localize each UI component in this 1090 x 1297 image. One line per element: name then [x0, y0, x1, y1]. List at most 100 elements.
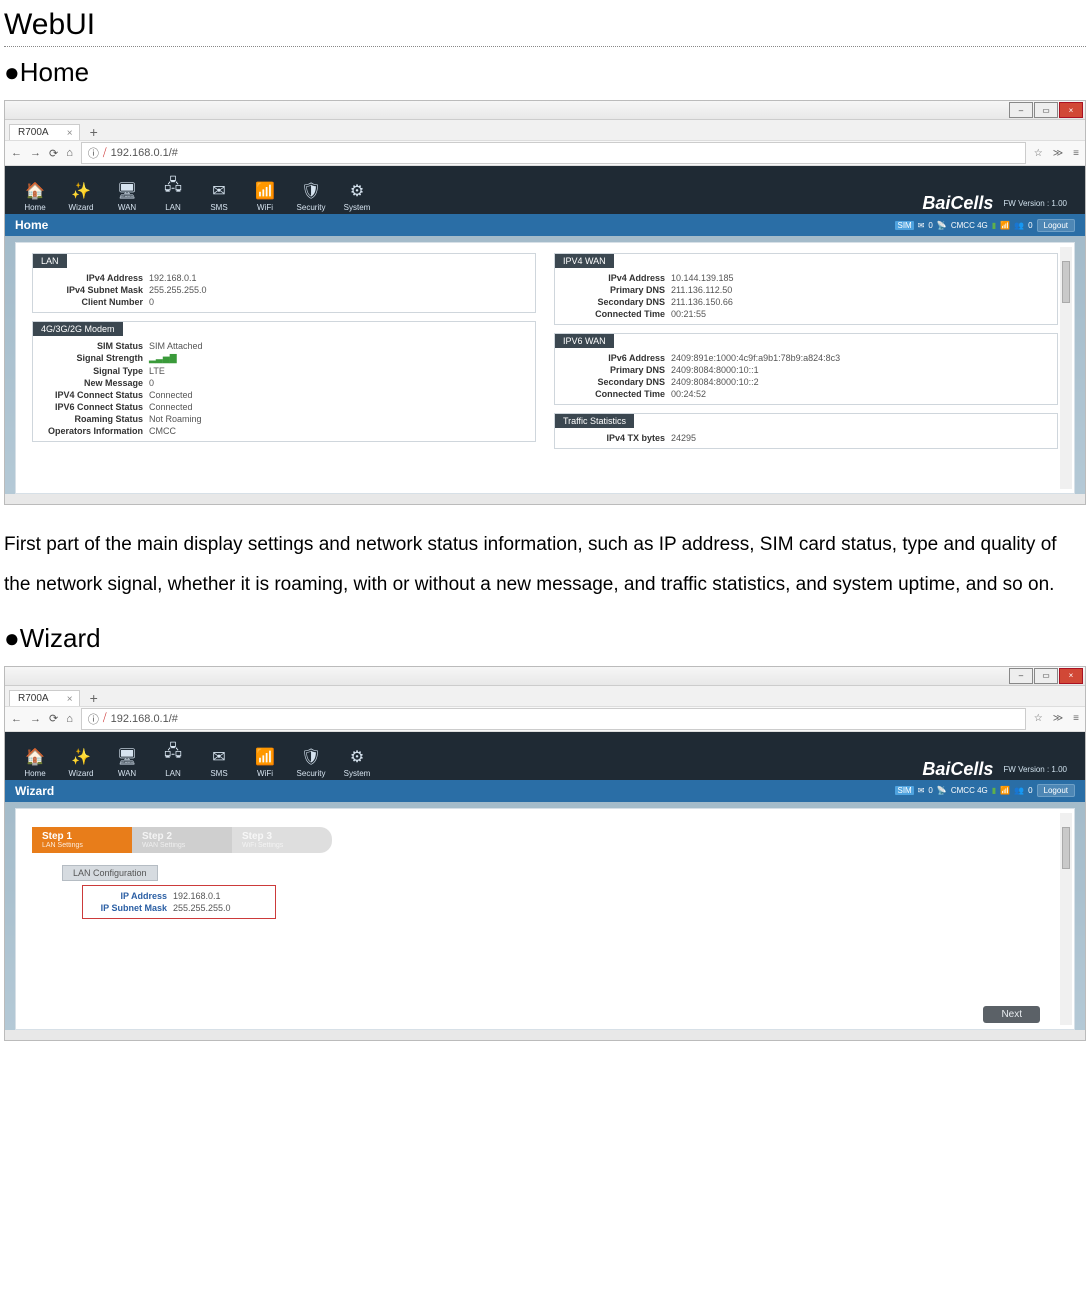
- ipv6-connect-label: IPV6 Connect Status: [43, 402, 149, 412]
- menu-icon[interactable]: ≡: [1073, 148, 1079, 159]
- window-close-button[interactable]: ×: [1059, 668, 1083, 684]
- new-tab-button[interactable]: +: [84, 690, 104, 706]
- nav-security[interactable]: 🛡Security: [289, 738, 333, 780]
- wiz-ip-label: IP Address: [89, 891, 173, 901]
- home-icon[interactable]: ⌂: [66, 713, 73, 725]
- signal-type-value: LTE: [149, 366, 165, 376]
- nav-wifi[interactable]: 📶 WiFi: [243, 172, 287, 214]
- nav-wizard[interactable]: ✨Wizard: [59, 738, 103, 780]
- wizard-step-2[interactable]: Step 2WAN Settings: [132, 827, 232, 853]
- scrollbar[interactable]: [1060, 247, 1072, 489]
- browser-tab[interactable]: R700A ×: [9, 690, 80, 706]
- scrollbar-thumb[interactable]: [1062, 827, 1070, 869]
- wan6-addr-value: 2409:891e:1000:4c9f:a9b1:78b9:a824:8c3: [671, 353, 840, 363]
- logout-button[interactable]: Logout: [1037, 219, 1075, 232]
- wiz-mask-value[interactable]: 255.255.255.0: [173, 903, 231, 913]
- monitor-icon: 🖥: [117, 747, 137, 767]
- window-close-button[interactable]: ×: [1059, 102, 1083, 118]
- wifi-icon: 📶: [255, 747, 275, 767]
- next-button[interactable]: Next: [983, 1006, 1040, 1023]
- nav-wan[interactable]: 🖥WAN: [105, 738, 149, 780]
- reload-icon[interactable]: ⟳: [49, 712, 58, 725]
- lan-mask-value: 255.255.255.0: [149, 285, 207, 295]
- wand-icon: ✨: [71, 747, 91, 767]
- wiz-ip-value[interactable]: 192.168.0.1: [173, 891, 221, 901]
- wizard-step-3[interactable]: Step 3WiFi Settings: [232, 827, 332, 853]
- mail-status-icon: ✉: [918, 786, 925, 795]
- step2-title: Step 2: [142, 831, 172, 842]
- nav-lan[interactable]: 🖧LAN: [151, 738, 195, 780]
- lan-panel: LAN IPv4 Address192.168.0.1 IPv4 Subnet …: [32, 253, 536, 313]
- tab-title: R700A: [18, 127, 49, 138]
- client-count: 0: [1028, 221, 1032, 230]
- ipv4-connect-label: IPV4 Connect Status: [43, 390, 149, 400]
- nav-home[interactable]: 🏠Home: [13, 172, 57, 214]
- wifi-icon: 📶: [255, 181, 275, 201]
- wizard-steps: Step 1LAN Settings Step 2WAN Settings St…: [32, 827, 1058, 853]
- step2-subtitle: WAN Settings: [142, 842, 222, 849]
- wizard-step-1[interactable]: Step 1LAN Settings: [32, 827, 132, 853]
- antenna-icon: 📡: [937, 786, 947, 795]
- scrollbar-thumb[interactable]: [1062, 261, 1070, 303]
- nav-sms[interactable]: ✉SMS: [197, 172, 241, 214]
- traffic-tx-value: 24295: [671, 433, 696, 443]
- brand-logo: BaiCells: [922, 193, 993, 214]
- logout-button[interactable]: Logout: [1037, 784, 1075, 797]
- window-minimize-button[interactable]: –: [1009, 668, 1033, 684]
- page-header-bar: Wizard SIM ✉0 📡 CMCC 4G ▮ 📶 👥0 Logout: [5, 780, 1085, 802]
- more-icon[interactable]: ≫: [1053, 713, 1063, 724]
- more-icon[interactable]: ≫: [1053, 148, 1063, 159]
- mail-status-icon: ✉: [918, 221, 925, 230]
- signal-type-label: Signal Type: [43, 366, 149, 376]
- bookmark-icon[interactable]: ☆: [1034, 713, 1043, 724]
- fw-version: FW Version : 1.00: [1003, 199, 1067, 208]
- nav-system[interactable]: ⚙System: [335, 738, 379, 780]
- signal-icon: ▮: [992, 786, 996, 795]
- menu-icon[interactable]: ≡: [1073, 713, 1079, 724]
- nav-wizard[interactable]: ✨Wizard: [59, 172, 103, 214]
- envelope-icon: ✉: [212, 181, 225, 201]
- page-header-bar: Home SIM ✉0 📡 CMCC 4G ▮ 📶 👥0 Logout: [5, 214, 1085, 236]
- bookmark-icon[interactable]: ☆: [1034, 148, 1043, 159]
- nav-home[interactable]: 🏠Home: [13, 738, 57, 780]
- address-bar[interactable]: ⓘ⧸192.168.0.1/#: [81, 708, 1026, 730]
- wan6-sdns-label: Secondary DNS: [565, 377, 671, 387]
- antenna-icon: 📡: [937, 221, 947, 230]
- nav-lan[interactable]: 🖧LAN: [151, 172, 195, 214]
- step1-title: Step 1: [42, 831, 72, 842]
- browser-tab[interactable]: R700A ×: [9, 124, 80, 140]
- window-maximize-button[interactable]: ▭: [1034, 102, 1058, 118]
- tab-close-icon[interactable]: ×: [67, 694, 73, 705]
- reload-icon[interactable]: ⟳: [49, 147, 58, 160]
- scrollbar[interactable]: [1060, 813, 1072, 1025]
- window-minimize-button[interactable]: –: [1009, 102, 1033, 118]
- wan6-addr-label: IPv6 Address: [565, 353, 671, 363]
- sim-status-label: SIM Status: [43, 341, 149, 351]
- nav-sms[interactable]: ✉SMS: [197, 738, 241, 780]
- nav-system[interactable]: ⚙System: [335, 172, 379, 214]
- wan6-ct-value: 00:24:52: [671, 389, 706, 399]
- back-icon[interactable]: ←: [11, 713, 22, 725]
- carrier-label: CMCC 4G: [951, 786, 988, 795]
- nav-wan-label: WAN: [118, 203, 136, 212]
- home-icon[interactable]: ⌂: [66, 147, 73, 159]
- sim-status-value: SIM Attached: [149, 341, 203, 351]
- browser-tabbar: R700A × +: [5, 120, 1085, 140]
- forward-icon[interactable]: →: [30, 147, 41, 159]
- nav-lan-label: LAN: [165, 203, 181, 212]
- url-text: 192.168.0.1/#: [111, 147, 178, 159]
- nav-security[interactable]: 🛡Security: [289, 172, 333, 214]
- wan6-sdns-value: 2409:8084:8000:10::2: [671, 377, 759, 387]
- nav-wifi-label: WiFi: [257, 203, 273, 212]
- window-maximize-button[interactable]: ▭: [1034, 668, 1058, 684]
- back-icon[interactable]: ←: [11, 147, 22, 159]
- nav-wan[interactable]: 🖥WAN: [105, 172, 149, 214]
- new-tab-button[interactable]: +: [84, 124, 104, 140]
- carrier-label: CMCC 4G: [951, 221, 988, 230]
- tab-title: R700A: [18, 693, 49, 704]
- forward-icon[interactable]: →: [30, 713, 41, 725]
- tab-close-icon[interactable]: ×: [67, 128, 73, 139]
- address-bar[interactable]: ⓘ⧸192.168.0.1/#: [81, 142, 1026, 164]
- page-title: Home: [15, 218, 48, 232]
- nav-wifi[interactable]: 📶WiFi: [243, 738, 287, 780]
